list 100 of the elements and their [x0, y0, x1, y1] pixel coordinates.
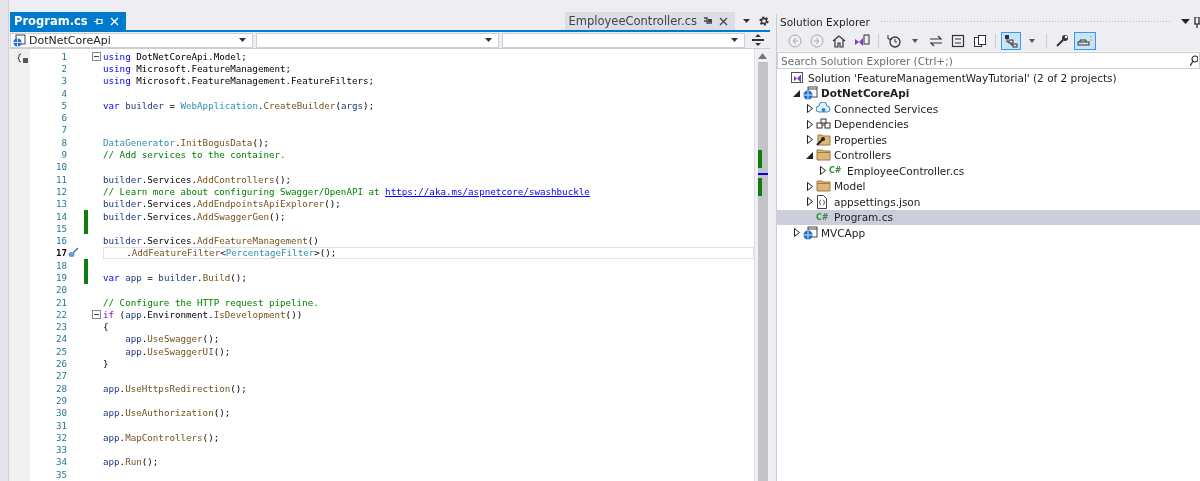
code-line: builder.Services.AddSwaggerGen(); — [103, 210, 286, 222]
tree-item[interactable]: C# EmployeeController.cs — [777, 163, 1200, 179]
line-number: 11 — [54, 173, 67, 185]
tree-item-label: Controllers — [834, 149, 892, 162]
collapse-icon[interactable] — [92, 309, 101, 319]
file-type-label: C# — [829, 166, 842, 176]
json-file-icon — [816, 194, 828, 209]
collapsed-arrow-icon[interactable] — [806, 119, 813, 129]
tree-item[interactable]: appsettings.json — [777, 194, 1200, 210]
tree-item-label: Connected Services — [834, 102, 939, 115]
line-number: 27 — [54, 370, 67, 382]
line-number: 17 — [54, 247, 67, 259]
tree-item-label: Dependencies — [834, 118, 909, 131]
collapsed-arrow-icon[interactable] — [793, 228, 800, 238]
collapsed-arrow-icon[interactable] — [806, 104, 813, 114]
expanded-arrow-icon[interactable] — [793, 89, 800, 97]
project-icon — [13, 33, 26, 47]
code-line: var app = builder.Build(); — [103, 272, 247, 283]
project-icon — [803, 225, 818, 240]
line-number: 18 — [54, 259, 67, 271]
tree-item-label: DotNetCoreApi — [821, 87, 910, 100]
code-line: app.Run(); — [103, 456, 159, 468]
line-number: 13 — [54, 198, 67, 210]
code-line: } — [103, 358, 109, 370]
close-icon[interactable] — [719, 16, 728, 26]
line-number: 16 — [54, 235, 67, 247]
line-number: 12 — [54, 185, 67, 197]
tree-item[interactable]: DotNetCoreApi — [777, 85, 1200, 101]
code-line: DataGenerator.InitBogusData(); — [103, 136, 269, 148]
scroll-up-icon[interactable] — [758, 53, 767, 59]
line-number: 29 — [54, 394, 67, 406]
document-tab[interactable]: EmployeeController.cs — [564, 12, 735, 30]
code-line: var builder = WebApplication.CreateBuilder(args); — [103, 99, 375, 111]
line-number: 15 — [54, 222, 67, 234]
code-line: // Configure the HTTP request pipeline. — [103, 296, 319, 308]
caret-icon[interactable] — [742, 18, 751, 24]
code-line: using DotNetCoreApi.Model; — [103, 50, 247, 62]
caret-icon[interactable] — [485, 38, 492, 42]
pin-icon[interactable] — [1194, 16, 1200, 28]
line-number: 26 — [54, 358, 67, 370]
line-number: 28 — [54, 382, 67, 394]
tree-item[interactable]: Controllers — [777, 147, 1200, 163]
line-number: 14 — [54, 210, 67, 222]
line-number: 31 — [54, 419, 67, 431]
line-number: 5 — [60, 99, 67, 111]
line-number: 4 — [60, 87, 67, 99]
tree-item[interactable]: C# Program.cs — [777, 209, 1200, 225]
settings-icon[interactable] — [758, 15, 770, 27]
line-number: 22 — [54, 308, 67, 320]
wrench-folder-icon — [816, 133, 831, 147]
collapsed-arrow-icon[interactable] — [806, 135, 813, 145]
code-line: builder.Services.AddFeatureManagement() — [103, 235, 319, 247]
folder-icon — [816, 149, 831, 162]
code-line: .AddFeatureFilter<PercentageFilter>(); — [125, 247, 337, 259]
scroll-map[interactable] — [757, 62, 768, 481]
search-icon — [1190, 55, 1198, 67]
tree-item-label: MVCApp — [821, 226, 866, 239]
line-number: 33 — [54, 444, 67, 456]
tree-item[interactable]: Properties — [777, 132, 1200, 148]
line-number: 1 — [60, 50, 67, 62]
code-line: using Microsoft.FeatureManagement; — [103, 62, 292, 74]
link[interactable]: https://aka.ms/aspnetcore/swashbuckle — [385, 185, 590, 197]
collapsed-arrow-icon[interactable] — [806, 197, 813, 207]
caret-icon[interactable] — [731, 38, 738, 42]
code-line: app.UseSwagger(); — [124, 333, 220, 345]
line-number: 10 — [54, 161, 67, 173]
tree-item-label: Program.cs — [834, 211, 893, 224]
tree-item[interactable]: Solution 'FeatureManagementWayTutorial' (2 of 2 projects) — [777, 70, 1200, 86]
tree-item[interactable]: MVCApp — [777, 225, 1200, 241]
tree-item[interactable]: Model — [777, 178, 1200, 194]
project-icon — [803, 86, 818, 101]
pin-icon[interactable] — [703, 16, 713, 26]
line-number: 21 — [54, 296, 67, 308]
tree-item-label: Properties — [834, 133, 888, 146]
file-type-label: C# — [816, 212, 829, 222]
line-number: 2 — [60, 62, 67, 74]
code-line: app.MapControllers(); — [103, 431, 220, 443]
line-number: 7 — [60, 124, 67, 136]
tree-item-label: EmployeeController.cs — [847, 164, 965, 177]
caret-icon[interactable] — [1181, 19, 1190, 25]
collapsed-arrow-icon[interactable] — [806, 181, 813, 191]
expanded-arrow-icon[interactable] — [806, 151, 813, 159]
tree-item[interactable]: Dependencies — [777, 116, 1200, 132]
tree-item-label: Solution 'FeatureManagementWayTutorial' (2 of 2 projects) — [808, 71, 1117, 84]
tree-item[interactable]: Connected Services — [777, 101, 1200, 117]
tree-view-icon[interactable] — [1001, 31, 1021, 50]
collapse-icon[interactable] — [92, 51, 101, 61]
code-line: builder.Services.AddControllers(); — [103, 173, 292, 185]
caret-icon[interactable] — [239, 38, 246, 42]
line-number: 3 — [60, 75, 67, 87]
search-field[interactable]: Search Solution Explorer (Ctrl+;) — [777, 52, 1200, 69]
tree-item-label: Model — [834, 180, 866, 193]
line-number: 9 — [60, 149, 67, 160]
collapsed-arrow-icon[interactable] — [819, 166, 826, 176]
project-dropdown[interactable]: DotNetCoreApi — [10, 32, 253, 48]
folder-icon — [816, 180, 831, 193]
brush-icon[interactable] — [68, 247, 79, 259]
split-icon[interactable] — [752, 34, 764, 46]
code-line: builder.Services.AddEndpointsApiExplorer(); — [103, 198, 341, 210]
preview-icon[interactable] — [1074, 31, 1096, 50]
